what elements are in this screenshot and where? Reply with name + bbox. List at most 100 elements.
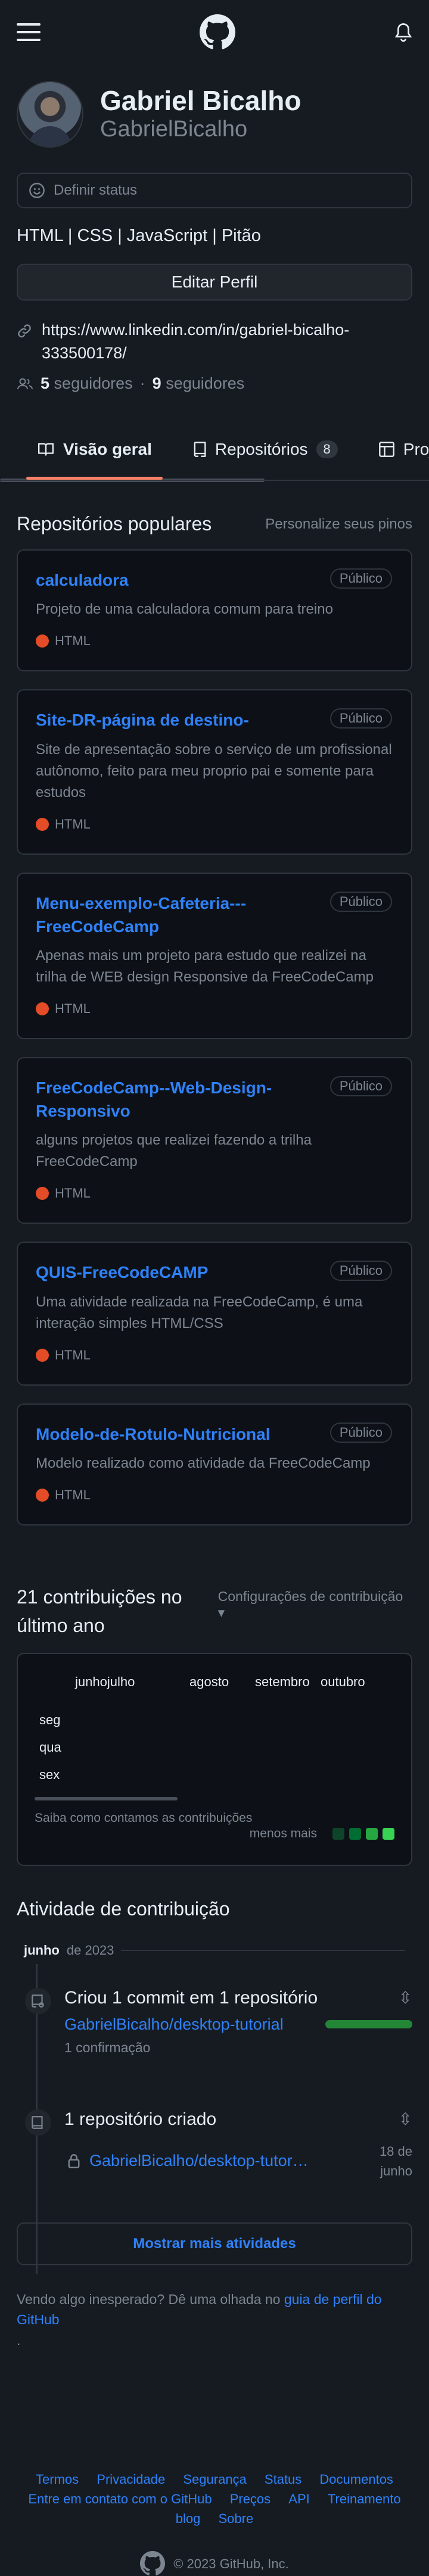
show-more-activity-button[interactable]: Mostrar mais atividades: [17, 2222, 412, 2265]
repo-description: Uma atividade realizada na FreeCodeCamp,…: [36, 1293, 363, 1331]
smiley-icon: [29, 183, 45, 198]
language-color-dot: [36, 1002, 49, 1016]
set-status-button[interactable]: Definir status: [17, 173, 412, 208]
legend-swatch: [349, 1827, 361, 1840]
repo-language: HTML: [36, 1348, 392, 1363]
followers-row: 5 seguidores · 9 seguidores: [17, 374, 412, 393]
bell-icon[interactable]: [394, 23, 412, 42]
day-label: sex: [39, 1767, 60, 1782]
calendar-scrollbar[interactable]: [35, 1796, 178, 1800]
calendar-legend: menos mais: [35, 1827, 394, 1841]
popular-repos-header: Repositórios populares Personalize seus …: [0, 513, 429, 535]
pinned-repo-card: Site-DR-página de destino- Público Site d…: [17, 689, 412, 855]
pinned-repo-card: Modelo-de-Rotulo-Nutricional Público Mode…: [17, 1403, 412, 1525]
tab-projects[interactable]: Projetos: [368, 419, 429, 480]
profile-name: Gabriel Bicalho: [100, 85, 301, 116]
profile-website: https://www.linkedin.com/in/gabriel-bica…: [17, 318, 412, 365]
footer-link-about[interactable]: Sobre: [219, 2511, 254, 2526]
month-label: setembro: [255, 1674, 310, 1689]
footer-link-terms[interactable]: Termos: [36, 2472, 79, 2487]
lock-icon: [68, 2154, 80, 2168]
repo-link[interactable]: QUIS-FreeCodeCAMP: [36, 1261, 208, 1284]
visibility-badge: Público: [329, 1261, 392, 1281]
footer-link-pricing[interactable]: Preços: [230, 2491, 271, 2506]
created-date: 18 de junho: [379, 2143, 412, 2178]
github-mark-icon[interactable]: [140, 2551, 166, 2576]
repo-language: HTML: [36, 1487, 392, 1503]
github-logo-icon[interactable]: [200, 14, 235, 50]
repo-language: HTML: [36, 633, 392, 649]
people-icon: [17, 378, 33, 389]
profile-bio: HTML | CSS | JavaScript | Pitão: [17, 226, 261, 245]
visibility-badge: Público: [329, 891, 392, 912]
repo-link[interactable]: Modelo-de-Rotulo-Nutricional: [36, 1423, 271, 1446]
popular-repos-title: Repositórios populares: [17, 513, 212, 535]
footer-link-privacy[interactable]: Privacidade: [97, 2472, 165, 2487]
copyright: © 2023 GitHub, Inc.: [17, 2551, 412, 2576]
avatar[interactable]: [17, 81, 83, 148]
repo-description: alguns projetos que realizei fazendo a t…: [36, 1132, 312, 1170]
commit-count[interactable]: 1 confirmação: [64, 2040, 412, 2056]
profile-tabs: Visão geral Repositórios 8 Projetos: [0, 419, 429, 482]
fold-icon[interactable]: ⇳: [399, 1988, 412, 2008]
profile-section: Gabriel Bicalho GabrielBicalho Definir s…: [0, 64, 429, 393]
activity-timeline: Criou 1 commit em 1 repositório ⇳ Gabriel…: [0, 1964, 429, 2274]
calendar-days: seg qua sex: [35, 1713, 394, 1796]
footer-link-training[interactable]: Treinamento: [328, 2491, 401, 2506]
repo-description: Site de apresentação sobre o serviço de …: [36, 741, 392, 801]
language-color-dot: [36, 1488, 49, 1502]
pinned-repo-card: Menu-exemplo-Cafeteria---FreeCodeCamp Púb…: [17, 872, 412, 1040]
customize-pins-link[interactable]: Personalize seus pinos: [265, 516, 412, 533]
tab-repositories[interactable]: Repositórios 8: [182, 419, 349, 480]
language-color-dot: [36, 1348, 49, 1362]
footer-link-security[interactable]: Segurança: [183, 2472, 246, 2487]
commit-repo-link[interactable]: GabrielBicalho/desktop-tutorial: [64, 2015, 284, 2034]
repo-icon: [25, 2109, 51, 2136]
top-navbar: [0, 0, 429, 64]
commit-event: Criou 1 commit em 1 repositório ⇳ Gabriel…: [17, 1964, 412, 2056]
legend-swatch: [332, 1827, 344, 1840]
footer-link-contact[interactable]: Entre em contato com o GitHub: [28, 2491, 212, 2506]
table-icon: [378, 442, 394, 458]
fold-icon[interactable]: ⇳: [399, 2109, 412, 2130]
activity-month: junho de 2023: [0, 1943, 429, 1958]
tab-overview[interactable]: Visão geral: [26, 419, 163, 480]
commit-icon: [25, 1987, 51, 2014]
footer-link-api[interactable]: API: [288, 2491, 309, 2506]
language-color-dot: [36, 634, 49, 648]
repo-link[interactable]: Site-DR-página de destino-: [36, 708, 249, 731]
visibility-badge: Público: [329, 1422, 392, 1443]
month-label: junhojulho: [75, 1674, 135, 1689]
legend-label: menos mais: [249, 1826, 317, 1840]
repo-language: HTML: [36, 1001, 392, 1017]
pinned-repo-card: calculadora Público Projeto de uma calcul…: [17, 549, 412, 672]
repo-description: Modelo realizado como atividade da FreeC…: [36, 1455, 371, 1471]
repo-link[interactable]: Menu-exemplo-Cafeteria---FreeCodeCamp: [36, 892, 321, 938]
edit-profile-button[interactable]: Editar Perfil: [17, 264, 412, 301]
learn-contributions-link[interactable]: Saiba como contamos as contribuições: [35, 1811, 394, 1825]
menu-icon[interactable]: [17, 23, 41, 41]
contribution-calendar: junhojulho agosto setembro outubro seg q…: [17, 1652, 412, 1866]
created-repo-link[interactable]: GabrielBicalho/desktop-tutor…: [89, 2152, 309, 2170]
repo-language: HTML: [36, 1186, 392, 1201]
repositories-count: 8: [316, 440, 338, 459]
repo-link[interactable]: FreeCodeCamp--Web-Design-Responsivo: [36, 1076, 321, 1123]
pinned-repo-list: calculadora Público Projeto de uma calcul…: [0, 549, 429, 1525]
followers-link[interactable]: 5 seguidores: [41, 374, 133, 393]
created-event-title: 1 repositório criado: [64, 2109, 217, 2129]
contributions-title: 21 contribuições no último ano: [17, 1586, 182, 1636]
visibility-badge: Público: [329, 1076, 392, 1097]
repo-link[interactable]: calculadora: [36, 568, 129, 592]
website-link[interactable]: https://www.linkedin.com/in/gabriel-bica…: [42, 318, 349, 365]
footer-link-docs[interactable]: Documentos: [319, 2472, 393, 2487]
calendar-months: junhojulho agosto setembro outubro: [35, 1670, 394, 1693]
book-icon: [38, 443, 54, 456]
month-label: agosto: [189, 1674, 229, 1689]
commit-event-title: Criou 1 commit em 1 repositório: [64, 1987, 318, 2008]
footer-link-status[interactable]: Status: [265, 2472, 301, 2487]
following-link[interactable]: 9 seguidores: [153, 374, 245, 393]
contribution-settings-dropdown[interactable]: Configurações de contribuição ▾: [218, 1589, 412, 1621]
footer-link-blog[interactable]: blog: [176, 2511, 201, 2526]
link-icon: [18, 324, 31, 337]
repo-icon: [194, 442, 206, 458]
